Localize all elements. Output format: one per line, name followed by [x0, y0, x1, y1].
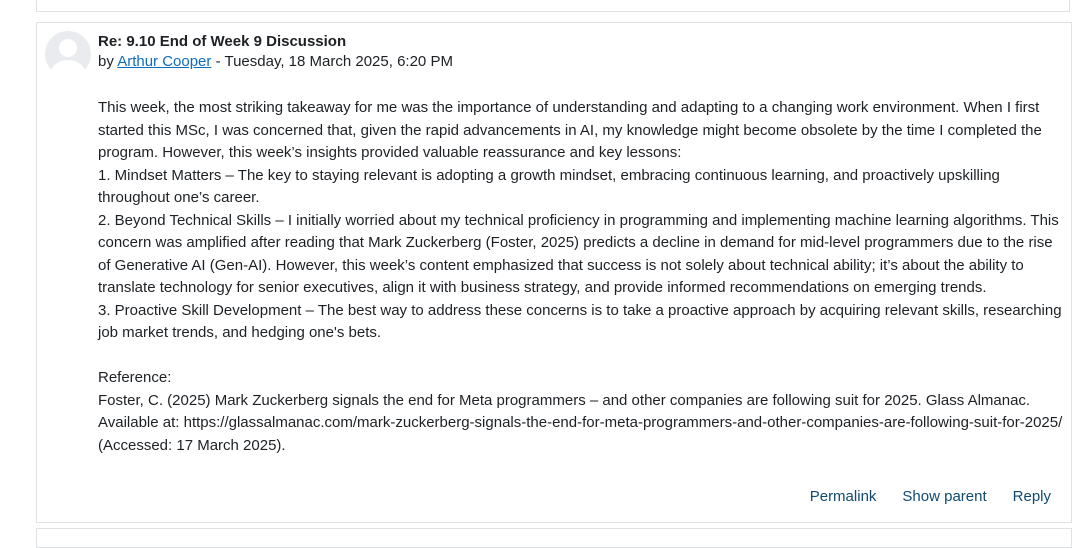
avatar-head-shape — [59, 39, 77, 57]
reference-heading: Reference: — [98, 369, 172, 386]
avatar-body-shape — [50, 60, 86, 77]
post-paragraph-point-2: 2. Beyond Technical Skills – I initially… — [98, 211, 1059, 297]
author-link[interactable]: Arthur Cooper — [117, 53, 211, 70]
post-content: This week, the most striking takeaway fo… — [98, 97, 1064, 457]
by-prefix: by — [98, 53, 114, 70]
reference-text: Foster, C. (2025) Mark Zuckerberg signal… — [98, 391, 1063, 454]
next-post-container — [36, 528, 1072, 548]
forum-post: Re: 9.10 End of Week 9 Discussion by Art… — [36, 22, 1072, 523]
reply-link[interactable]: Reply — [1013, 486, 1051, 508]
post-actions: Permalink Show parent Reply — [810, 486, 1051, 508]
date-separator: - — [215, 53, 221, 70]
post-paragraph-point-1: 1. Mindset Matters – The key to staying … — [98, 166, 1000, 207]
post-header: Re: 9.10 End of Week 9 Discussion by Art… — [98, 32, 1061, 72]
avatar[interactable] — [45, 31, 91, 77]
post-byline: by Arthur Cooper - Tuesday, 18 March 202… — [98, 52, 1061, 72]
post-paragraph-point-3: 3. Proactive Skill Development – The bes… — [98, 301, 1062, 342]
post-subject: Re: 9.10 End of Week 9 Discussion — [98, 33, 347, 50]
previous-post-container — [36, 0, 1070, 12]
post-paragraph-intro: This week, the most striking takeaway fo… — [98, 99, 1042, 161]
post-date: Tuesday, 18 March 2025, 6:20 PM — [224, 53, 453, 70]
permalink-link[interactable]: Permalink — [810, 486, 877, 508]
show-parent-link[interactable]: Show parent — [902, 486, 986, 508]
